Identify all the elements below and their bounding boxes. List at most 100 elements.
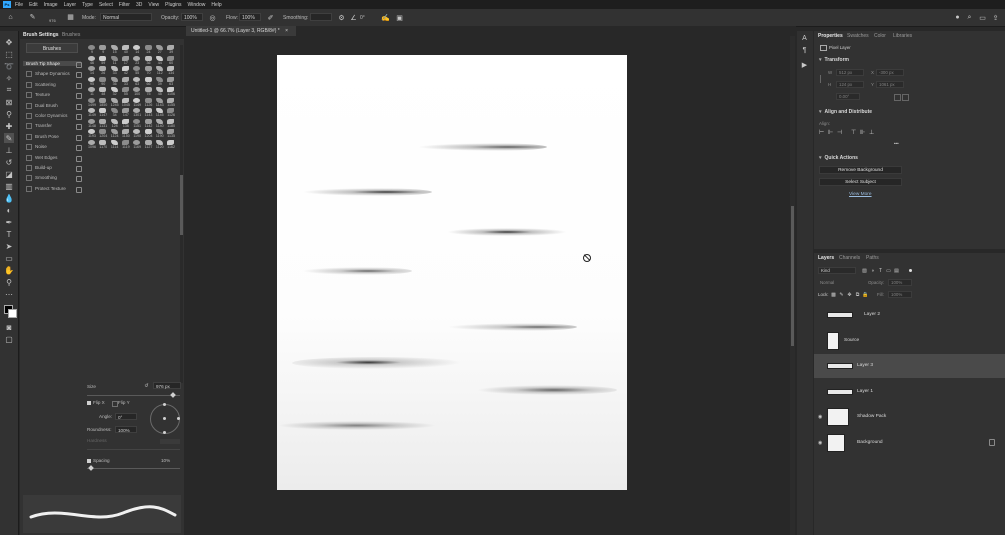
move-tool-icon[interactable]: ✥ <box>4 37 14 47</box>
tab-layers[interactable]: Layers <box>818 255 834 261</box>
workspace-icon[interactable]: ▭ <box>978 13 987 22</box>
brush-tip-preset[interactable]: 1245 <box>110 97 120 108</box>
fill-field[interactable]: 100% <box>888 291 912 298</box>
menu-edit[interactable]: Edit <box>29 2 38 8</box>
brush-setting-item[interactable]: Scattering <box>26 81 56 88</box>
brush-tip-preset[interactable]: 1145 <box>155 108 165 118</box>
layer-row[interactable]: Layer 1 <box>814 380 1005 404</box>
brush-tip-preset[interactable]: 34 <box>110 108 120 118</box>
select-subject-button[interactable]: Select Subject <box>819 178 902 186</box>
canvas-scrollbar[interactable] <box>790 36 795 535</box>
layer-row[interactable]: Source <box>814 329 1005 353</box>
brush-tip-preset[interactable]: 112 <box>155 66 165 76</box>
lock-icon[interactable] <box>76 166 82 172</box>
canvas-scroll-thumb[interactable] <box>791 206 794 346</box>
brush-tip-preset[interactable]: 23 <box>132 55 142 66</box>
angle-field[interactable]: 0° <box>115 413 137 420</box>
brush-tip-preset[interactable]: 60 <box>166 55 176 66</box>
smoothing-field[interactable] <box>310 13 332 21</box>
flip-horizontal-icon[interactable] <box>894 94 901 101</box>
brush-setting-item[interactable]: Shape Dynamics <box>26 71 70 78</box>
brush-tip-preset[interactable]: 1190 <box>155 129 165 139</box>
lock-icon[interactable] <box>76 124 82 131</box>
brush-angle-value[interactable]: 0° <box>360 15 365 21</box>
visibility-eye-icon[interactable]: ◉ <box>818 440 822 446</box>
brush-tip-preset[interactable]: 1499 <box>87 97 97 108</box>
brush-tip-preset[interactable]: 1131 <box>98 118 108 129</box>
size-slider[interactable] <box>87 395 180 396</box>
brush-tip-preset[interactable]: 36 <box>110 76 120 87</box>
brush-setting-checkbox[interactable] <box>26 133 32 140</box>
menu-image[interactable]: Image <box>44 2 58 8</box>
brush-tip-preset[interactable]: 1114 <box>110 139 120 150</box>
tab-brush-settings[interactable]: Brush Settings <box>23 32 59 38</box>
brush-tip-preset[interactable]: 1150 <box>121 129 131 139</box>
height-field[interactable]: 124 px <box>836 81 864 88</box>
actions-play-icon[interactable]: ▶ <box>800 60 809 69</box>
brush-tip-preset[interactable]: 63 <box>166 76 176 87</box>
link-dimensions-icon[interactable] <box>820 75 824 83</box>
lasso-tool-icon[interactable]: ➰ <box>4 61 14 71</box>
brush-tip-preset[interactable]: 33 <box>121 76 131 87</box>
brush-tip-preset[interactable]: 15 <box>110 45 120 55</box>
align-left-icon[interactable]: ⊢ <box>819 130 825 136</box>
brush-setting-checkbox[interactable] <box>26 92 32 99</box>
widget-handle-bottom[interactable] <box>163 431 166 434</box>
hand-tool-icon[interactable]: ✋ <box>4 265 14 275</box>
background-color-swatch[interactable] <box>8 309 17 318</box>
lock-icon[interactable] <box>76 103 82 110</box>
eraser-tool-icon[interactable]: ◪ <box>4 169 14 179</box>
brush-setting-checkbox[interactable] <box>26 154 32 161</box>
eyedropper-tool-icon[interactable]: ⚲ <box>4 109 14 119</box>
brush-setting-item[interactable]: Dual Brush <box>26 102 58 109</box>
mode-select[interactable]: Normal <box>100 13 152 21</box>
history-brush-tool-icon[interactable]: ↺ <box>4 157 14 167</box>
brush-tip-preset[interactable]: 1169 <box>132 139 142 150</box>
brush-tip-preset[interactable]: 55 <box>121 87 131 97</box>
reset-size-icon[interactable]: ↺ <box>143 382 150 389</box>
brush-setting-checkbox[interactable] <box>26 185 32 192</box>
brush-tip-preset[interactable]: 1147 <box>98 108 108 118</box>
menu-select[interactable]: Select <box>99 2 113 8</box>
flip-x-checkbox[interactable] <box>87 401 91 405</box>
brush-tip-preset[interactable]: 1096 <box>87 139 97 150</box>
brush-tip-preset[interactable]: 14 <box>132 45 142 55</box>
tab-channels[interactable]: Channels <box>839 255 860 261</box>
blend-mode-select[interactable]: Normal <box>820 280 834 285</box>
brush-tip-preset[interactable]: 9 <box>98 45 108 55</box>
lock-icon[interactable] <box>76 134 82 141</box>
more-tools-icon[interactable]: ⋯ <box>4 289 14 299</box>
layer-row[interactable]: Layer 3 <box>814 354 1005 378</box>
brush-tip-preset[interactable]: 24 <box>144 45 154 55</box>
brush-tip-preset[interactable]: 1190 <box>132 129 142 139</box>
spacing-slider-handle[interactable] <box>88 465 94 471</box>
brush-tip-preset[interactable]: 42 <box>121 66 131 76</box>
brush-tip-preset[interactable]: 1301 <box>132 108 142 118</box>
brush-tip-preset[interactable]: 63 <box>132 76 142 87</box>
brush-tip-preset[interactable]: 44 <box>155 55 165 66</box>
brush-tip-preset[interactable]: 1135 <box>166 129 176 139</box>
layer-opacity-field[interactable]: 100% <box>888 279 912 286</box>
remove-background-button[interactable]: Remove Background <box>819 166 902 174</box>
lock-icon[interactable] <box>76 72 82 79</box>
layer-name[interactable]: Layer 1 <box>857 389 873 394</box>
brush-setting-checkbox[interactable] <box>26 175 32 182</box>
brush-tip-preset[interactable]: 33 <box>110 66 120 76</box>
hardness-field[interactable] <box>160 439 180 444</box>
brush-setting-item[interactable]: Build-up <box>26 165 52 171</box>
brush-tip-preset[interactable]: 95 <box>87 76 97 87</box>
brush-tip-preset[interactable]: 100 <box>132 87 142 97</box>
brush-tip-preset[interactable]: 1045 <box>121 97 131 108</box>
brush-setting-checkbox[interactable] <box>26 123 32 130</box>
brush-setting-item[interactable]: Color Dynamics <box>26 113 67 119</box>
align-top-icon[interactable]: ⊤ <box>851 130 857 136</box>
rotation-field[interactable]: 0.00° <box>836 93 860 100</box>
lock-icon[interactable] <box>76 155 82 162</box>
brush-setting-item[interactable]: Smoothing <box>26 175 57 182</box>
flow-field[interactable]: 100% <box>239 13 261 21</box>
pen-tool-icon[interactable]: ✒ <box>4 217 14 227</box>
brush-setting-checkbox[interactable] <box>26 144 32 151</box>
brush-tip-preset[interactable]: 36 <box>144 55 154 66</box>
visibility-eye-icon[interactable]: ◉ <box>818 414 822 420</box>
layer-name[interactable]: Source <box>844 338 859 343</box>
